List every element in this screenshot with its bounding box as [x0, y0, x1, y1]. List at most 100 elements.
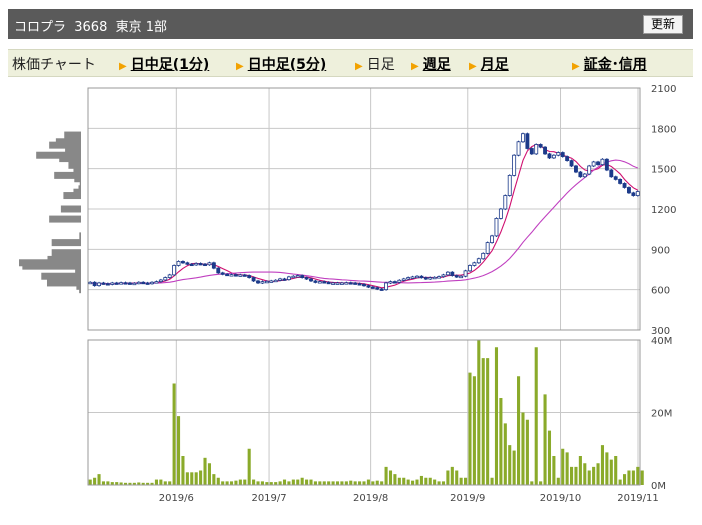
- candle-body: [512, 154, 517, 176]
- candle-body: [498, 208, 503, 219]
- volume-bar: [411, 480, 415, 485]
- candle-body: [247, 275, 252, 278]
- volume-bar: [578, 456, 582, 485]
- volume-bar: [388, 470, 393, 485]
- volume-bar: [547, 430, 552, 485]
- candle-body: [384, 282, 389, 291]
- volume-bar: [622, 474, 627, 485]
- candle-body: [494, 218, 499, 237]
- candle-body: [406, 277, 411, 280]
- candle-body: [609, 169, 614, 178]
- volume-bar: [287, 481, 291, 485]
- volume-bar: [437, 481, 441, 485]
- volume-bar: [353, 481, 357, 485]
- volume-bar: [521, 412, 525, 485]
- candle-body: [582, 173, 587, 178]
- candle-body: [256, 280, 260, 284]
- candle-body: [335, 282, 340, 285]
- candle-body: [516, 141, 521, 156]
- candle-body: [158, 279, 163, 282]
- candle-body: [507, 174, 512, 196]
- candle-body: [423, 277, 428, 280]
- candle-body: [445, 271, 450, 276]
- candle-body: [437, 276, 442, 279]
- volume-profile-bar: [47, 255, 81, 263]
- volume-bar: [313, 481, 317, 485]
- candle-body: [185, 262, 190, 265]
- candle-body: [370, 286, 375, 289]
- volume-bar: [358, 481, 362, 485]
- volume-bar: [512, 450, 516, 485]
- volume-bar: [296, 479, 300, 485]
- volume-bar: [468, 372, 472, 485]
- candle-body: [490, 235, 495, 244]
- price-tick-label: 600: [651, 286, 670, 297]
- volume-bar: [561, 448, 565, 485]
- candle-body: [123, 282, 128, 285]
- candle-body: [92, 281, 97, 287]
- candle-body: [556, 152, 561, 156]
- candle-body: [534, 144, 539, 155]
- volume-bar: [464, 477, 468, 485]
- candle-body: [441, 274, 446, 278]
- volume-bar: [614, 456, 618, 485]
- volume-profile-bar: [51, 249, 81, 257]
- candle-body: [286, 276, 291, 280]
- month-tick-label: 2019/11: [617, 493, 659, 504]
- candle-body: [233, 274, 238, 277]
- candle-body: [353, 282, 358, 285]
- volume-profile-bar: [49, 215, 81, 223]
- candle-body: [529, 148, 534, 155]
- volume-bar: [93, 477, 97, 485]
- candle-body: [88, 281, 93, 285]
- volume-bar: [278, 481, 282, 485]
- candle-body: [596, 161, 600, 166]
- price-tick-label: 1200: [651, 205, 676, 216]
- candle-body: [525, 133, 530, 149]
- volume-bar: [159, 479, 163, 485]
- volume-bar: [212, 474, 216, 485]
- volume-bar: [260, 481, 264, 485]
- candle-body: [357, 283, 362, 286]
- volume-bar: [362, 481, 366, 485]
- candle-body: [415, 275, 419, 279]
- price-tick-label: 900: [651, 245, 670, 256]
- volume-bar: [415, 479, 419, 485]
- volume-bar: [539, 481, 543, 485]
- candle-body: [242, 274, 247, 277]
- volume-bar: [172, 383, 176, 485]
- volume-bar: [402, 477, 406, 485]
- volume-bar: [221, 481, 225, 485]
- volume-bar: [508, 445, 512, 485]
- candle-body: [154, 281, 159, 284]
- volume-bar: [375, 480, 379, 485]
- volume-profile-bar: [36, 151, 81, 159]
- volume-bar: [627, 470, 631, 485]
- volume-bar: [472, 376, 476, 485]
- candle-body: [362, 283, 366, 287]
- volume-bar: [459, 477, 463, 485]
- volume-bar: [340, 481, 344, 485]
- volume-bar: [587, 470, 591, 485]
- candle-body: [101, 282, 106, 285]
- volume-bar: [318, 481, 322, 485]
- volume-bar: [450, 466, 454, 485]
- volume-tick-label: 40M: [651, 336, 672, 347]
- candle-body: [339, 282, 344, 285]
- candle-body: [194, 263, 199, 266]
- volume-bar: [229, 481, 234, 485]
- candle-body: [560, 152, 565, 157]
- volume-bar: [106, 481, 110, 485]
- volume-bar: [282, 479, 287, 485]
- candle-body: [428, 277, 433, 280]
- candle-body: [379, 288, 384, 291]
- volume-bar: [534, 347, 538, 485]
- volume-bar: [517, 376, 521, 485]
- candle-body: [543, 146, 548, 155]
- candle-body: [613, 176, 618, 180]
- candle-body: [167, 274, 172, 278]
- candle-body: [410, 276, 415, 279]
- candle-body: [472, 262, 477, 266]
- volume-bar: [199, 470, 203, 485]
- volume-profile-bar: [79, 232, 81, 240]
